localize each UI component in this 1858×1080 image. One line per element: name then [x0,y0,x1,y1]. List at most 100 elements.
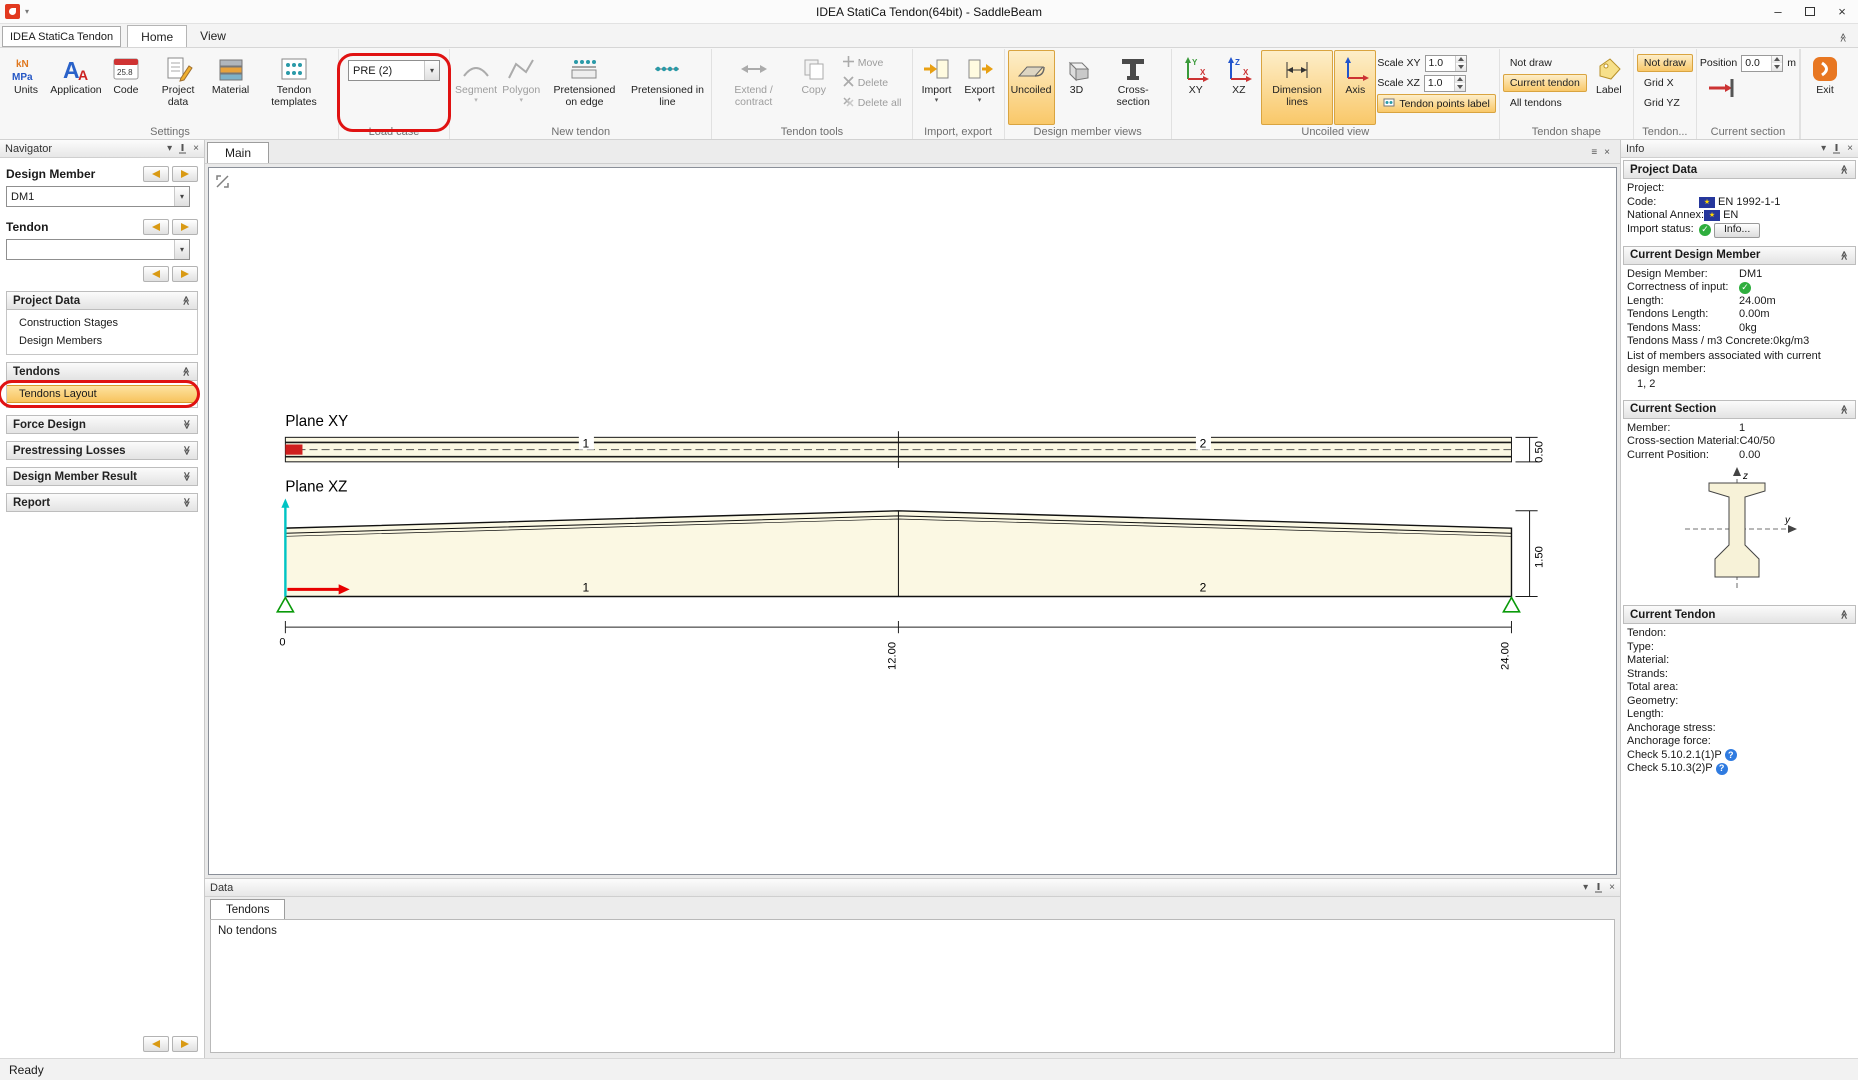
polygon-button[interactable]: Polygon ▾ [500,50,542,125]
tab-main-view[interactable]: Main [207,142,269,163]
spin-up-icon[interactable] [1455,76,1465,84]
threed-view-button[interactable]: 3D [1056,50,1098,125]
section-header-report[interactable]: Report ≫ [6,493,198,512]
collapse-ribbon-icon[interactable]: ≫ [1838,33,1849,42]
section-header-design-member-result[interactable]: Design Member Result ≫ [6,467,198,486]
info-header-project-data[interactable]: Project Data ≫ [1623,160,1856,179]
import-info-button[interactable]: Info... [1714,223,1760,238]
maximize-button[interactable] [1794,0,1826,23]
view-close-icon[interactable]: × [1604,148,1610,158]
current-section-position-button[interactable] [1700,74,1796,104]
info-header-current-section[interactable]: Current Section ≫ [1623,400,1856,419]
exit-button[interactable]: Exit [1804,50,1846,125]
quick-access-caret-icon[interactable]: ▾ [25,7,29,16]
project-data-button[interactable]: Project data [148,50,208,125]
copy-button[interactable]: Copy [793,50,835,125]
uncoiled-view-button[interactable]: Uncoiled [1008,50,1055,125]
scale-xy-input[interactable]: 1.0 [1425,55,1467,72]
drawing-canvas[interactable]: Plane XY 1 2 [208,167,1617,875]
info-menu-icon[interactable]: ▾ [1821,144,1826,154]
export-button[interactable]: Export ▾ [959,50,1001,125]
tendon-templates-button[interactable]: Tendon templates [253,50,335,125]
dropdown-arrow-icon[interactable]: ▾ [174,187,189,206]
close-button[interactable]: × [1826,0,1858,23]
data-close-icon[interactable]: × [1609,883,1615,893]
design-member-next-button[interactable] [172,166,198,182]
collapse-icon: ≫ [1839,165,1850,174]
navigator-bottom-prev-button[interactable] [143,1036,169,1052]
units-button[interactable]: kNMPa Units [5,50,47,125]
position-input[interactable]: 0.0 [1741,55,1783,72]
move-button[interactable]: Move [836,54,909,72]
polygon-caret-icon: ▾ [520,97,524,105]
minimize-button[interactable]: – [1762,0,1794,23]
info-close-icon[interactable]: × [1847,144,1853,154]
tendon-grid-not-draw-button[interactable]: Not draw [1637,54,1693,72]
tendon-order-next-button[interactable] [172,266,198,282]
current-tendon-button[interactable]: Current tendon [1503,74,1587,92]
help-icon[interactable]: ? [1725,749,1737,761]
data-pin-icon[interactable] [1594,883,1603,893]
code-button[interactable]: 25.8 Code [105,50,147,125]
tendon-points-label-button[interactable]: Tendon points label [1377,94,1496,113]
navigator-close-icon[interactable]: × [193,144,199,154]
help-icon[interactable]: ? [1716,763,1728,775]
delete-all-button[interactable]: Delete all [836,94,909,112]
info-header-current-design-member[interactable]: Current Design Member ≫ [1623,246,1856,265]
grid-yz-button[interactable]: Grid YZ [1637,94,1693,112]
extend-contract-button[interactable]: Extend / contract [715,50,791,125]
nav-item-tendons-layout[interactable]: Tendons Layout [7,385,197,403]
tendon-select[interactable]: ▾ [6,239,190,260]
pretensioned-on-edge-button[interactable]: Pretensioned on edge [543,50,625,125]
ribbon-group-design-member-views: Uncoiled 3D Cross-section Design member … [1005,49,1172,139]
spin-down-icon[interactable] [1455,83,1465,91]
plane-xz-button[interactable]: ZX XZ [1218,50,1260,125]
navigator-panel: Navigator ▾ × Design Member DM1 [0,140,205,1058]
tendon-shape-not-draw-button[interactable]: Not draw [1503,54,1587,72]
dimension-lines-button[interactable]: Dimension lines [1261,50,1334,125]
pretensioned-in-line-button[interactable]: Pretensioned in line [626,50,708,125]
tab-home[interactable]: Home [127,25,187,47]
label-button[interactable]: Label [1588,50,1630,125]
all-tendons-button[interactable]: All tendons [1503,94,1587,112]
section-header-project-data[interactable]: Project Data ≫ [6,291,198,310]
load-case-select[interactable]: PRE (2) ▾ [348,60,440,81]
info-header-current-tendon[interactable]: Current Tendon ≫ [1623,605,1856,624]
spin-up-icon[interactable] [1772,56,1782,64]
import-button[interactable]: Import ▾ [916,50,958,125]
tendon-order-prev-button[interactable] [143,266,169,282]
dropdown-arrow-icon[interactable]: ▾ [424,61,439,80]
segment-button[interactable]: Segment ▾ [453,50,499,125]
delete-button[interactable]: Delete [836,74,909,92]
fit-view-icon[interactable] [215,174,230,192]
plane-xy-button[interactable]: YX XY [1175,50,1217,125]
grid-x-button[interactable]: Grid X [1637,74,1693,92]
section-header-prestressing-losses[interactable]: Prestressing Losses ≫ [6,441,198,460]
app-menu-button[interactable]: IDEA StatiCa Tendon [2,26,121,47]
design-member-select[interactable]: DM1 ▾ [6,186,190,207]
section-header-tendons[interactable]: Tendons ≫ [6,362,198,381]
tendon-next-button[interactable] [172,219,198,235]
section-header-force-design[interactable]: Force Design ≫ [6,415,198,434]
nav-item-design-members[interactable]: Design Members [7,332,197,350]
info-pin-icon[interactable] [1832,144,1841,154]
design-member-prev-button[interactable] [143,166,169,182]
navigator-pin-icon[interactable] [178,144,187,154]
application-button[interactable]: AA Application [48,50,104,125]
data-menu-icon[interactable]: ▾ [1583,883,1588,893]
view-menu-icon[interactable]: ≡ [1591,148,1597,158]
material-button[interactable]: Material [209,50,252,125]
tab-view[interactable]: View [187,25,239,47]
spin-up-icon[interactable] [1456,56,1466,64]
axis-button[interactable]: Axis [1334,50,1376,125]
spin-down-icon[interactable] [1772,63,1782,71]
navigator-bottom-next-button[interactable] [172,1036,198,1052]
navigator-menu-icon[interactable]: ▾ [167,144,172,154]
tendon-prev-button[interactable] [143,219,169,235]
dropdown-arrow-icon[interactable]: ▾ [174,240,189,259]
nav-item-construction-stages[interactable]: Construction Stages [7,314,197,332]
scale-xz-input[interactable]: 1.0 [1424,75,1466,92]
tab-tendons[interactable]: Tendons [210,899,285,919]
spin-down-icon[interactable] [1456,63,1466,71]
cross-section-view-button[interactable]: Cross-section [1099,50,1168,125]
